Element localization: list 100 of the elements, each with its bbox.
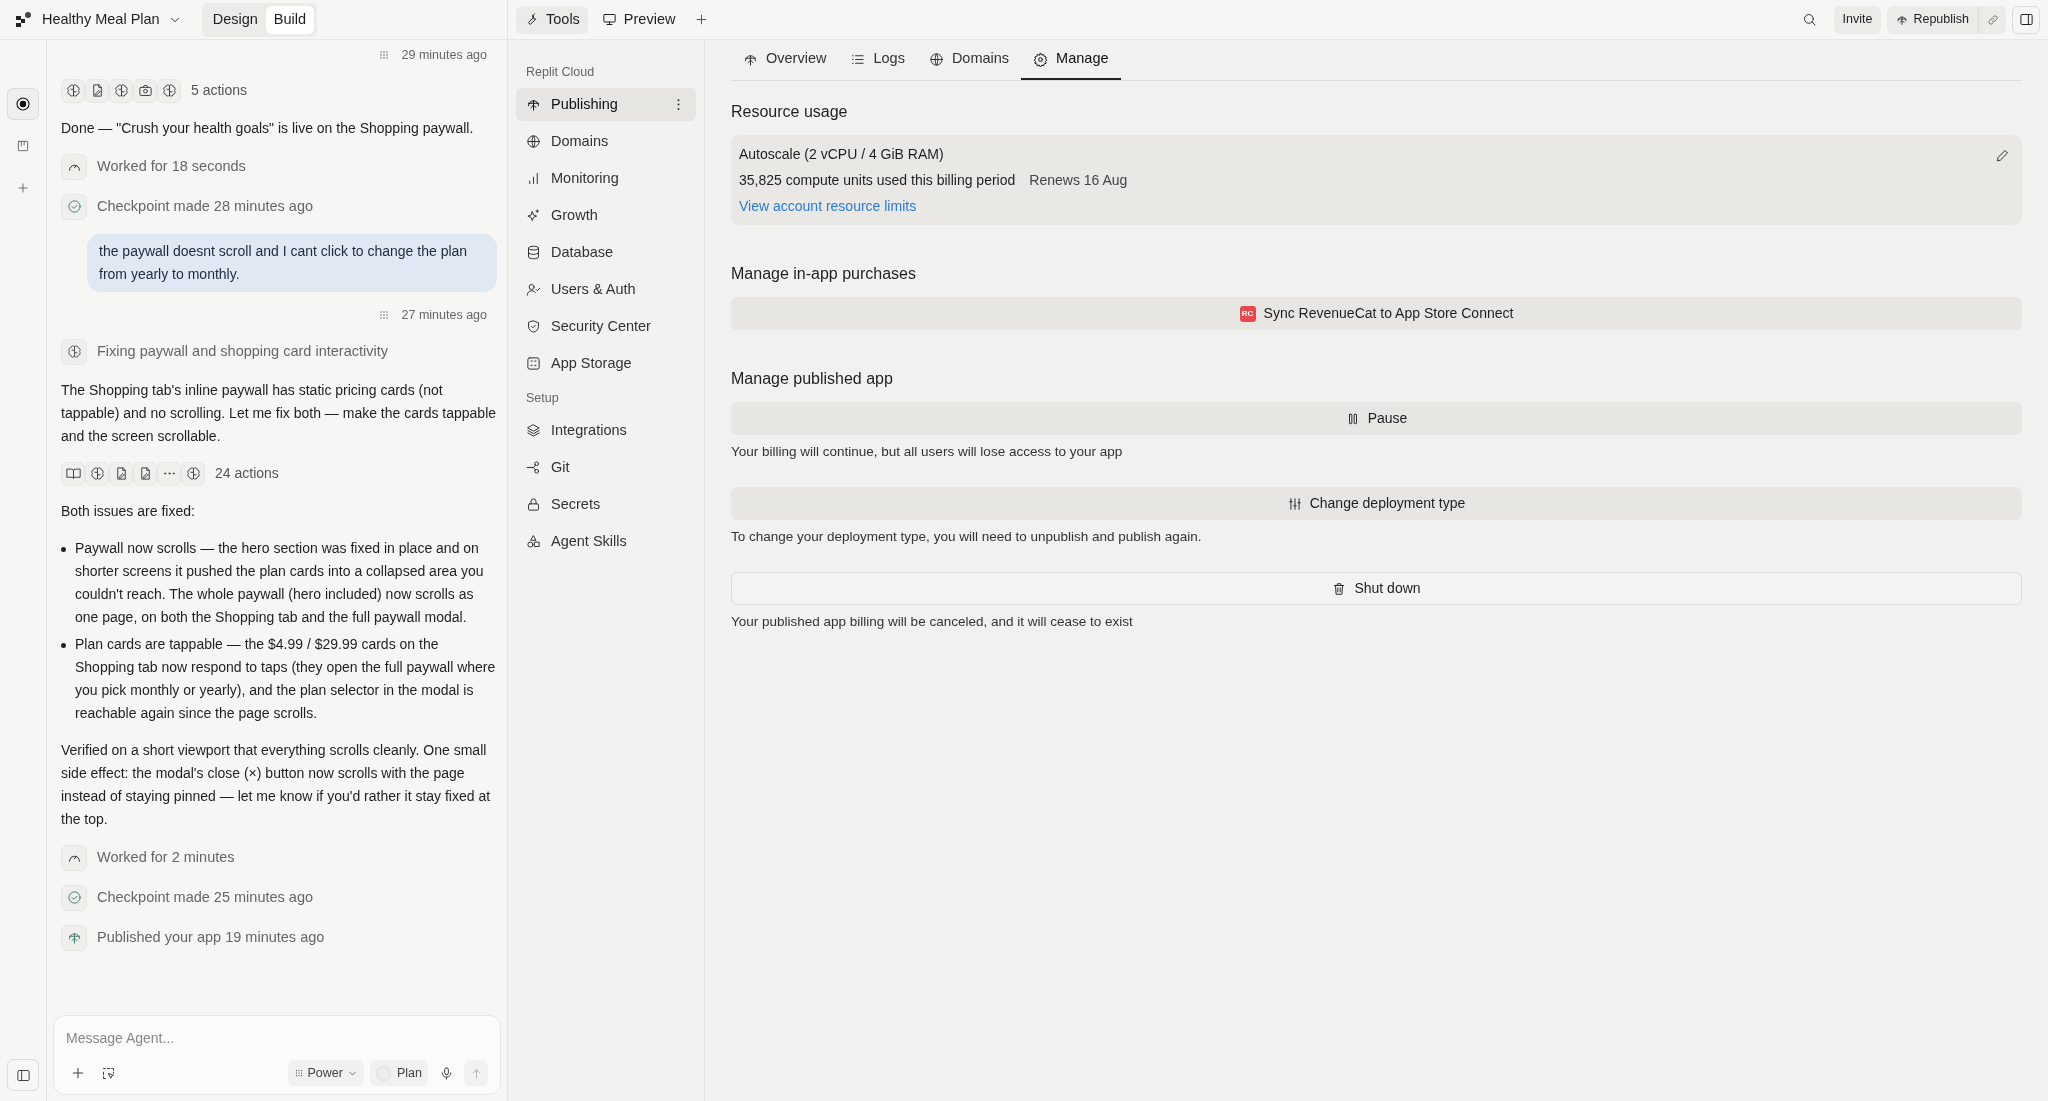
agent-message: Done — "Crush your health goals" is live on the Shopping paywall. [61,118,475,138]
status-text: Checkpoint made 25 minutes ago [97,887,314,907]
user-message: the paywall doesnt scroll and I cant click to change the plan from yearly to monthly. [87,233,497,292]
section-title: Manage published app [731,369,894,389]
invite-button[interactable]: Invite [1833,5,1882,34]
message-timestamp: 29 minutes ago [401,47,487,64]
sidebar-item[interactable]: Secrets [516,488,696,521]
sidebar-item[interactable]: Agent Skills [516,525,696,558]
app-logo-icon[interactable] [14,10,32,29]
sidebar-item[interactable]: Growth [516,199,696,232]
check-circle-icon [66,199,82,215]
action-count[interactable]: 24 actions [215,463,279,484]
plus-icon [70,1065,86,1081]
action-chip[interactable] [181,461,205,486]
action-description: Your published app billing will be canceled, and it will cease to exist [731,612,1134,631]
project-selector[interactable]: Healthy Meal Plan [42,8,182,31]
action-description: To change your deployment type, you will need to unpublish and publish again. [731,527,1203,546]
status-text: Worked for 18 seconds [97,156,246,176]
plus-icon [16,181,30,195]
shutdown-button[interactable]: Shut down [731,572,2022,605]
workspace-tab[interactable]: Tools [516,5,588,34]
globe-upload-icon [526,97,541,112]
database-icon [526,245,541,260]
brain-icon [66,344,82,359]
sidebar-item[interactable]: Git [516,451,696,484]
drag-handle-icon [293,1068,304,1078]
globe-icon [526,134,541,149]
bullet-text: Plan cards are tappable — the $4.99 / $29.99 cards on the Shopping tab now respond to taps (they open the full paywall where you pick monthly or yearly), and the plan selector in the modal is reachable again since the page scrolls. [75,634,497,723]
settings-icon [1033,51,1049,67]
action-chip[interactable] [109,78,133,103]
monitor-icon [601,12,617,27]
sync-button[interactable]: RC Sync RevenueCat to App Store Connect [731,297,2022,330]
action-chip[interactable] [109,461,133,486]
workspace-tab[interactable]: Preview [593,5,684,34]
sidebar-item[interactable]: Monitoring [516,162,696,195]
resource-limits-link[interactable]: View account resource limits [739,195,1128,217]
bullet-text: Paywall now scrolls — the hero section was fixed in place and on shorter screens it pushed the plan cards into a collapsed area you couldn't reach. The whole paywall (hero included) now scrolls as one page, on both the Shopping tab and the full paywall modal. [75,538,485,627]
section-heading: Replit Cloud [525,63,596,81]
camera-icon [137,83,153,99]
mode-tab[interactable]: Design [204,5,266,34]
action-chip[interactable] [133,461,157,486]
rail-button[interactable] [7,88,39,120]
sidebar-toggle-button[interactable] [7,1059,39,1091]
sidebar-item[interactable]: Integrations [516,414,696,447]
section-heading: Setup [525,389,560,407]
brain-icon [161,83,177,99]
content-tab[interactable]: Manage [1021,40,1121,80]
shield-icon [526,319,541,334]
action-chip[interactable] [157,78,181,103]
section-title: Manage in-app purchases [731,264,917,284]
user-check-icon [526,282,541,297]
status-text: Checkpoint made 28 minutes ago [97,196,314,216]
action-chip[interactable] [85,78,109,103]
book-icon [65,466,81,481]
pause-button[interactable]: Pause [731,402,2022,435]
change-deployment-button[interactable]: Change deployment type [731,487,2022,520]
sidebar-item[interactable]: Users & Auth [516,273,696,306]
brain-icon [89,466,105,481]
brain-icon [185,466,201,481]
plan-label: Plan [396,1064,422,1082]
mode-dropdown[interactable]: Power [287,1060,364,1086]
status-text: Fixing paywall and shopping card interactivity [97,341,388,361]
layers-icon [526,423,541,438]
trash-icon [1332,581,1347,596]
sparkles-icon [526,208,541,223]
plan-toggle[interactable]: Plan [369,1060,428,1086]
sliders-icon [1287,496,1302,511]
bar-chart-icon [526,171,541,186]
git-branch-icon [526,460,541,475]
check-circle-icon [66,890,82,905]
usage-text: 35,825 compute units used this billing period [739,170,1016,190]
action-chip[interactable] [133,78,157,103]
sidebar-item[interactable]: Domains [516,125,696,158]
action-chip[interactable] [61,461,85,486]
content-tab[interactable]: Domains [916,40,1022,80]
sidebar-item[interactable]: App Storage [516,347,696,380]
select-area-icon [100,1065,116,1081]
message-field[interactable]: Message Agent... Power Plan [53,1015,501,1095]
section-title: Resource usage [731,102,849,122]
content-tab[interactable]: Overview [731,40,839,80]
status-text: Published your app 19 minutes ago [97,927,325,947]
pencil-icon [1994,147,2010,163]
storage-icon [526,356,541,371]
action-count[interactable]: 5 actions [191,80,248,102]
content-tab[interactable]: Logs [838,40,917,80]
drag-handle-icon [377,49,390,62]
drag-handle-icon [377,309,390,322]
panel-toggle-button[interactable] [2012,5,2040,34]
revenuecat-logo: RC [1239,305,1256,322]
sidebar-item[interactable]: Security Center [516,310,696,343]
sidebar-item[interactable]: Database [516,236,696,269]
action-description: Your billing will continue, but all users will lose access to your app [731,442,1124,461]
record-icon [15,96,31,112]
action-chip[interactable] [61,78,85,103]
machine-type: Autoscale (2 vCPU / 4 GiB RAM) [739,144,945,164]
brain-icon [65,83,81,99]
action-chip[interactable] [85,461,109,486]
agent-message: Verified on a short viewport that everything scrolls cleanly. One small side effect: the modal's close (×) button now scrolls with the page instead of staying pinned — let me know if you'd rather it stay fixed at the top. [61,740,492,829]
sidebar-item[interactable]: Publishing [516,88,696,121]
mode-tab[interactable]: Build [265,5,315,34]
